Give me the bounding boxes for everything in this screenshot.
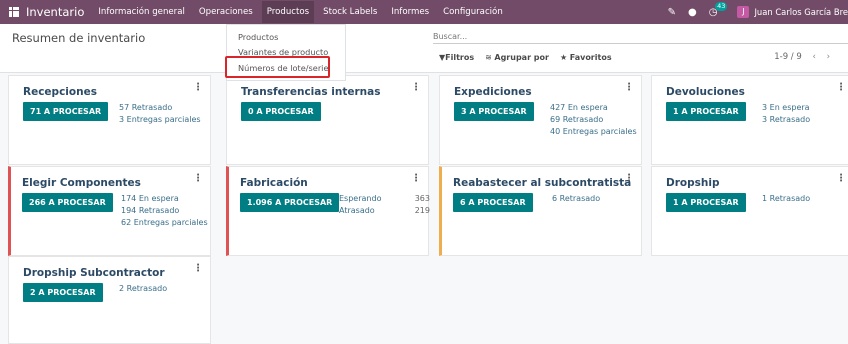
card-title[interactable]: Elegir Componentes: [22, 177, 141, 189]
avatar[interactable]: J: [737, 6, 750, 18]
stats: 2 Retrasado: [119, 283, 167, 295]
card-dropship: Dropship ⋮ 1 A PROCESAR 1 Retrasado: [651, 166, 848, 256]
process-button[interactable]: 2 A PROCESAR: [23, 283, 103, 302]
stat-link[interactable]: 62 Entregas parciales: [121, 217, 208, 229]
kebab-menu-icon[interactable]: ⋮: [193, 263, 203, 274]
dropdown-item-productos[interactable]: Productos: [238, 32, 278, 42]
stats: 6 Retrasado: [552, 193, 600, 205]
favorites-button[interactable]: ★ Favoritos: [560, 53, 612, 62]
menu-stock-labels[interactable]: Stock Labels: [323, 7, 377, 17]
stat-label: Atrasado: [339, 206, 375, 215]
stat-count: 363: [414, 194, 430, 203]
kebab-menu-icon[interactable]: ⋮: [836, 173, 846, 184]
process-button[interactable]: 71 A PROCESAR: [23, 102, 109, 121]
process-button[interactable]: 1 A PROCESAR: [666, 193, 746, 212]
kebab-menu-icon[interactable]: ⋮: [193, 173, 203, 184]
pager-previous-icon[interactable]: ‹: [812, 52, 815, 62]
stat-link[interactable]: 174 En espera: [121, 193, 208, 205]
pager: 1-9 / 9 ‹ ›: [774, 52, 830, 62]
card-title[interactable]: Transferencias internas: [241, 86, 380, 98]
card-title[interactable]: Recepciones: [23, 86, 97, 98]
app-name[interactable]: Inventario: [26, 5, 84, 19]
stat-link[interactable]: 6 Retrasado: [552, 193, 600, 205]
edit-icon[interactable]: ✎: [668, 7, 676, 18]
pager-value[interactable]: 1-9 / 9: [774, 52, 802, 62]
stats: 57 Retrasado 3 Entregas parciales: [119, 102, 201, 126]
page-title: Resumen de inventario: [12, 31, 146, 45]
user-name[interactable]: Juan Carlos García Bre: [754, 7, 848, 17]
chat-icon[interactable]: ●: [688, 7, 697, 18]
navbar-systray: ✎ ● ◷ 43 J Juan Carlos García Bre: [668, 0, 848, 24]
card-title[interactable]: Dropship: [666, 177, 719, 189]
kebab-menu-icon[interactable]: ⋮: [193, 82, 203, 93]
process-button[interactable]: 266 A PROCESAR: [22, 193, 113, 212]
card-fabricacion: Fabricación ⋮ 1.096 A PROCESAR Esperando…: [226, 166, 430, 256]
pager-next-icon[interactable]: ›: [827, 52, 830, 62]
activity-count-badge: 43: [715, 1, 728, 11]
stats: 1 Retrasado: [762, 193, 810, 205]
group-by-button[interactable]: ≋ Agrupar por: [485, 53, 549, 62]
kebab-menu-icon[interactable]: ⋮: [411, 82, 421, 93]
stat-link[interactable]: 69 Retrasado: [550, 114, 637, 126]
stat-row[interactable]: Esperando 363: [339, 193, 430, 205]
menu-informacion-general[interactable]: Información general: [98, 7, 185, 17]
card-title[interactable]: Devoluciones: [666, 86, 745, 98]
top-navbar: Inventario Información general Operacion…: [0, 0, 848, 24]
card-recepciones: Recepciones ⋮ 71 A PROCESAR 57 Retrasado…: [8, 75, 211, 165]
activity-clock-icon[interactable]: ◷ 43: [709, 1, 728, 18]
stat-link[interactable]: 40 Entregas parciales: [550, 126, 637, 138]
card-elegir-componentes: Elegir Componentes ⋮ 266 A PROCESAR 174 …: [8, 166, 211, 256]
process-button[interactable]: 6 A PROCESAR: [453, 193, 533, 212]
stat-link[interactable]: 3 En espera: [762, 102, 810, 114]
stats: 427 En espera 69 Retrasado 40 Entregas p…: [550, 102, 637, 138]
search-input[interactable]: [433, 29, 848, 44]
card-devoluciones: Devoluciones ⋮ 1 A PROCESAR 3 En espera …: [651, 75, 848, 165]
process-button[interactable]: 3 A PROCESAR: [454, 102, 534, 121]
menu-configuracion[interactable]: Configuración: [443, 7, 503, 17]
stat-link[interactable]: 1 Retrasado: [762, 193, 810, 205]
control-panel: Resumen de inventario ▼Filtros ≋ Agrupar…: [0, 24, 848, 73]
process-button[interactable]: 0 A PROCESAR: [241, 102, 321, 121]
stat-link[interactable]: 427 En espera: [550, 102, 637, 114]
stat-link[interactable]: 194 Retrasado: [121, 205, 208, 217]
card-title[interactable]: Fabricación: [240, 177, 308, 189]
card-dropship-subcontractor: Dropship Subcontractor ⋮ 2 A PROCESAR 2 …: [8, 256, 211, 344]
process-button[interactable]: 1.096 A PROCESAR: [240, 193, 340, 212]
stat-row[interactable]: Atrasado 219: [339, 205, 430, 217]
apps-menu-icon[interactable]: [9, 7, 19, 17]
menu-productos[interactable]: Productos: [261, 1, 315, 23]
stat-label: Esperando: [339, 194, 382, 203]
stats: Esperando 363 Atrasado 219: [339, 193, 430, 217]
stat-count: 219: [414, 206, 430, 215]
stat-link[interactable]: 3 Retrasado: [762, 114, 810, 126]
kebab-menu-icon[interactable]: ⋮: [624, 173, 634, 184]
stat-link[interactable]: 57 Retrasado: [119, 102, 201, 114]
card-transferencias-internas: Transferencias internas ⋮ 0 A PROCESAR: [226, 75, 429, 165]
menu-operaciones[interactable]: Operaciones: [199, 7, 253, 17]
stats: 3 En espera 3 Retrasado: [762, 102, 810, 126]
layers-icon: ≋: [485, 53, 492, 62]
menu-informes[interactable]: Informes: [391, 7, 429, 17]
highlight-annotation: [225, 56, 330, 78]
kebab-menu-icon[interactable]: ⋮: [836, 82, 846, 93]
stats: 174 En espera 194 Retrasado 62 Entregas …: [121, 193, 208, 229]
card-title[interactable]: Reabastecer al subcontratista: [453, 177, 631, 189]
stat-link[interactable]: 3 Entregas parciales: [119, 114, 201, 126]
kebab-menu-icon[interactable]: ⋮: [624, 82, 634, 93]
card-title[interactable]: Expediciones: [454, 86, 532, 98]
star-icon: ★: [559, 53, 568, 62]
card-reabastecer-subcontratista: Reabastecer al subcontratista ⋮ 6 A PROC…: [439, 166, 642, 256]
process-button[interactable]: 1 A PROCESAR: [666, 102, 746, 121]
card-title[interactable]: Dropship Subcontractor: [23, 267, 165, 279]
stat-link[interactable]: 2 Retrasado: [119, 283, 167, 295]
filters-button[interactable]: ▼Filtros: [439, 53, 474, 62]
card-expediciones: Expediciones ⋮ 3 A PROCESAR 427 En esper…: [439, 75, 642, 165]
search-options: ▼Filtros ≋ Agrupar por ★ Favoritos: [439, 53, 623, 62]
kebab-menu-icon[interactable]: ⋮: [411, 173, 421, 184]
